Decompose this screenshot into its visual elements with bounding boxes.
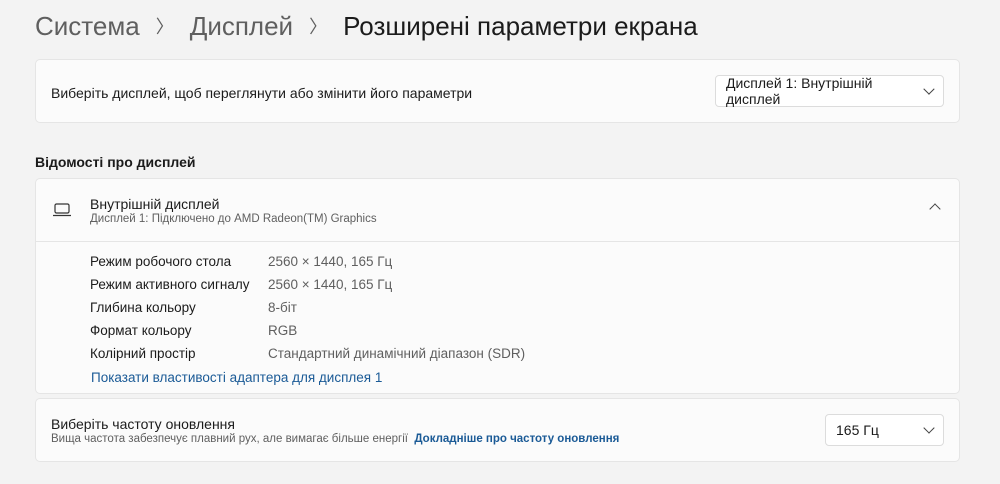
refresh-learn-more-link[interactable]: Докладніше про частоту оновлення — [414, 433, 619, 445]
chevron-right-icon: 〉 — [309, 17, 328, 37]
chevron-down-icon — [923, 422, 935, 434]
chevron-up-icon[interactable] — [929, 203, 941, 215]
refresh-rate-value: 165 Гц — [836, 422, 879, 438]
laptop-icon — [53, 203, 71, 217]
breadcrumb-display[interactable]: Дисплей — [190, 11, 293, 42]
breadcrumb-system[interactable]: Система — [35, 11, 140, 42]
display-dropdown-value: Дисплей 1: Внутрішній дисплей — [726, 75, 873, 107]
info-value: Стандартний динамічний діапазон (SDR) — [268, 346, 526, 361]
info-value: 2560 × 1440, 165 Гц — [268, 277, 393, 292]
refresh-rate-card: Виберіть частоту оновлення Вища частота … — [35, 398, 960, 462]
info-value: 2560 × 1440, 165 Гц — [268, 254, 393, 269]
info-row: Режим активного сигналу 2560 × 1440, 165 … — [90, 277, 392, 292]
adapter-properties-link[interactable]: Показати властивості адаптера для диспле… — [91, 370, 382, 385]
refresh-title: Виберіть частоту оновлення — [51, 416, 235, 432]
page-title: Розширені параметри екрана — [343, 10, 698, 41]
section-title: Відомості про дисплей — [35, 154, 196, 170]
info-value: 8-біт — [268, 300, 297, 315]
select-display-card: Виберіть дисплей, щоб переглянути або зм… — [35, 59, 960, 123]
refresh-rate-dropdown[interactable]: 165 Гц — [825, 414, 944, 446]
info-row: Колірний простір Стандартний динамічний д… — [90, 346, 525, 361]
display-subtitle: Дисплей 1: Підключено до AMD Radeon(TM) … — [90, 213, 377, 225]
refresh-desc: Вища частота забезпечує плавний рух, але… — [51, 433, 408, 445]
info-row: Формат кольору RGB — [90, 323, 297, 338]
display-title: Внутрішній дисплей — [90, 196, 220, 212]
display-dropdown[interactable]: Дисплей 1: Внутрішній дисплей — [715, 75, 944, 107]
info-row: Глибина кольору 8-біт — [90, 300, 297, 315]
select-display-label: Виберіть дисплей, щоб переглянути або зм… — [51, 85, 473, 101]
breadcrumb: Система 〉 Дисплей 〉 Розширені параметри … — [35, 8, 698, 44]
info-key: Колірний простір — [90, 346, 196, 361]
display-info-card: Внутрішній дисплей Дисплей 1: Підключено… — [35, 178, 960, 394]
info-key: Режим активного сигналу — [90, 277, 250, 292]
info-key: Режим робочого стола — [90, 254, 232, 269]
chevron-right-icon: 〉 — [155, 17, 174, 37]
info-row: Режим робочого стола 2560 × 1440, 165 Гц — [90, 254, 392, 269]
info-key: Глибина кольору — [90, 300, 196, 315]
info-key: Формат кольору — [90, 323, 192, 338]
info-value: RGB — [268, 323, 298, 338]
display-info-header[interactable]: Внутрішній дисплей Дисплей 1: Підключено… — [36, 179, 959, 242]
